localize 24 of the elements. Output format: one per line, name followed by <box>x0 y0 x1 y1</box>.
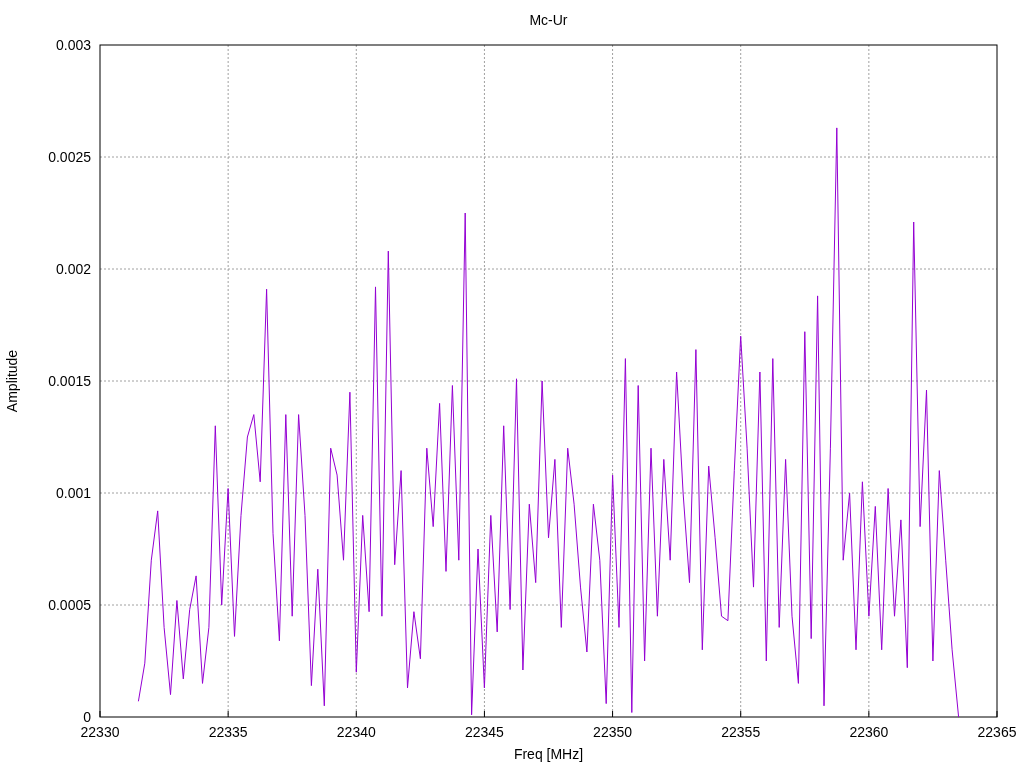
x-tick-label: 22350 <box>593 724 633 740</box>
x-axis-label: Freq [MHz] <box>513 746 584 762</box>
x-tick-label: 22365 <box>977 724 1017 740</box>
tick-mark <box>355 710 357 718</box>
x-tick-label: 22345 <box>464 724 504 740</box>
tick-mark <box>868 710 870 718</box>
y-tick-label: 0.002 <box>55 261 91 277</box>
y-tick-label: 0.0025 <box>48 149 91 165</box>
x-tick-label: 22360 <box>849 724 889 740</box>
tick-mark <box>483 710 485 718</box>
chart-title: Mc-Ur <box>529 12 568 28</box>
x-tick-label: 22335 <box>208 724 248 740</box>
y-tick-label: 0 <box>83 709 91 725</box>
x-tick-label: 22340 <box>336 724 376 740</box>
x-tick-label: 22355 <box>721 724 761 740</box>
x-tick-label: 22330 <box>80 724 120 740</box>
y-tick-label: 0.001 <box>55 485 91 501</box>
y-tick-label: 0.003 <box>55 37 91 53</box>
y-tick-label: 0.0005 <box>48 597 91 613</box>
y-tick-label: 0.0015 <box>48 373 91 389</box>
tick-mark <box>740 710 742 718</box>
tick-mark <box>612 710 614 718</box>
y-axis-label: Amplitude <box>4 349 20 413</box>
tick-mark <box>227 710 229 718</box>
